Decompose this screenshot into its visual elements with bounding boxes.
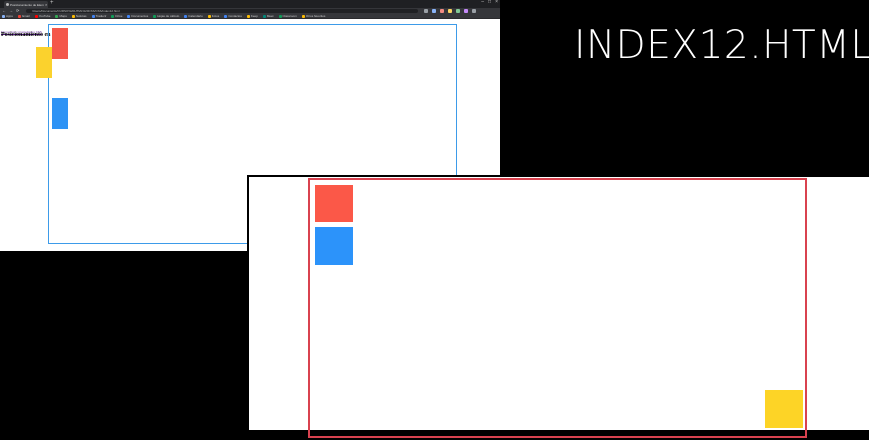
bookmark-item[interactable]: Hojas de cálculo — [153, 14, 180, 18]
bookmark-icon — [224, 14, 228, 18]
result-blue-box — [315, 227, 353, 265]
result-yellow-box — [765, 390, 803, 428]
result-container — [308, 178, 807, 438]
bookmark-item[interactable]: Gmail — [17, 14, 30, 18]
result-red-box — [315, 185, 353, 222]
bookmark-label: Noticias — [75, 14, 87, 18]
bookmark-item[interactable]: YouTube — [34, 14, 51, 18]
bookmark-item[interactable]: Keep — [246, 14, 258, 18]
bookmark-icon — [278, 14, 282, 18]
bookmark-item[interactable]: Contactos — [224, 14, 242, 18]
bookmark-label: Traducir — [95, 14, 107, 18]
bookmark-label: Keep — [250, 14, 258, 18]
bookmark-icon — [2, 14, 5, 18]
bookmark-icon — [184, 14, 188, 18]
minimize-button[interactable]: – — [481, 0, 484, 5]
result-preview — [247, 175, 869, 440]
reload-button[interactable]: ⟳ — [16, 9, 19, 13]
tab-title: Posicionamiento de Elementos — [10, 2, 44, 7]
bookmark-icon — [262, 14, 266, 18]
bookmark-item[interactable]: Noticias — [71, 14, 87, 18]
bookmark-icon — [111, 14, 115, 18]
bookmark-item[interactable]: Fotos — [207, 14, 220, 18]
favicon-icon — [6, 3, 9, 6]
bookmark-label: Fotos — [211, 14, 220, 18]
bookmark-icon — [55, 14, 59, 18]
bookmark-item[interactable]: Traducir — [91, 14, 107, 18]
extension-icon[interactable] — [464, 9, 468, 13]
maximize-button[interactable]: □ — [488, 0, 491, 5]
bookmark-item[interactable]: Documentos — [127, 14, 149, 18]
extension-icons — [424, 9, 476, 13]
bookmark-icon — [17, 14, 21, 18]
bookmark-item[interactable]: Apps — [2, 14, 13, 18]
bookmark-icon — [153, 14, 157, 18]
bookmark-label: Calendario — [188, 14, 203, 18]
slide-title: INDEX12.HTML — [574, 23, 869, 68]
extension-icon[interactable] — [432, 9, 436, 13]
bookmark-item[interactable]: Calendario — [184, 14, 203, 18]
bookmark-item[interactable]: Otros favoritos — [301, 14, 326, 18]
bookmark-label: Meet — [266, 14, 274, 18]
extension-icon[interactable] — [440, 9, 444, 13]
bookmark-label: Maps — [59, 14, 67, 18]
tab-bar: Posicionamiento de Elementos × + – □ × — [0, 0, 500, 8]
bookmark-label: Documentos — [131, 14, 149, 18]
result-page — [249, 177, 869, 438]
extension-icon[interactable] — [456, 9, 460, 13]
close-window-button[interactable]: × — [495, 0, 498, 5]
bookmark-label: Contactos — [228, 14, 242, 18]
browser-tab[interactable]: Posicionamiento de Elementos × — [4, 1, 48, 8]
bookmark-item[interactable]: Meet — [262, 14, 274, 18]
bookmark-icon — [301, 14, 305, 18]
bookmark-icon — [71, 14, 75, 18]
extension-icon[interactable] — [448, 9, 452, 13]
bookmark-label: Drive — [115, 14, 123, 18]
bookmark-icon — [34, 14, 38, 18]
back-button[interactable]: ← — [2, 9, 6, 13]
window-controls: – □ × — [481, 0, 498, 5]
bookmark-item[interactable]: Drive — [111, 14, 123, 18]
bookmark-label: YouTube — [38, 14, 51, 18]
bookmark-label: Gmail — [21, 14, 30, 18]
extension-icon[interactable] — [424, 9, 428, 13]
yellow-box — [36, 47, 52, 78]
bookmark-label: Hojas de cálculo — [157, 14, 180, 18]
bookmark-item[interactable]: Classroom — [278, 14, 297, 18]
bookmarks-bar: Apps Gmail YouTube Maps Noticias Traducir Driv… — [0, 14, 500, 19]
red-box — [52, 28, 68, 59]
bookmark-icon — [246, 14, 250, 18]
bookmark-label: Otros favoritos — [305, 14, 326, 18]
forward-button[interactable]: → — [9, 9, 13, 13]
bookmark-icon — [127, 14, 131, 18]
bookmark-icon — [207, 14, 211, 18]
bookmark-label: Apps — [6, 14, 13, 18]
blue-box — [52, 98, 68, 129]
extension-icon[interactable] — [472, 9, 476, 13]
bookmark-icon — [91, 14, 95, 18]
new-tab-button[interactable]: + — [50, 0, 54, 6]
address-bar[interactable]: /Users/Documents/CURSO%20HTML%20CSS/CSS/… — [26, 9, 418, 13]
tab-close-icon[interactable]: × — [45, 2, 47, 7]
bookmark-item[interactable]: Maps — [55, 14, 67, 18]
bookmark-label: Classroom — [282, 14, 297, 18]
